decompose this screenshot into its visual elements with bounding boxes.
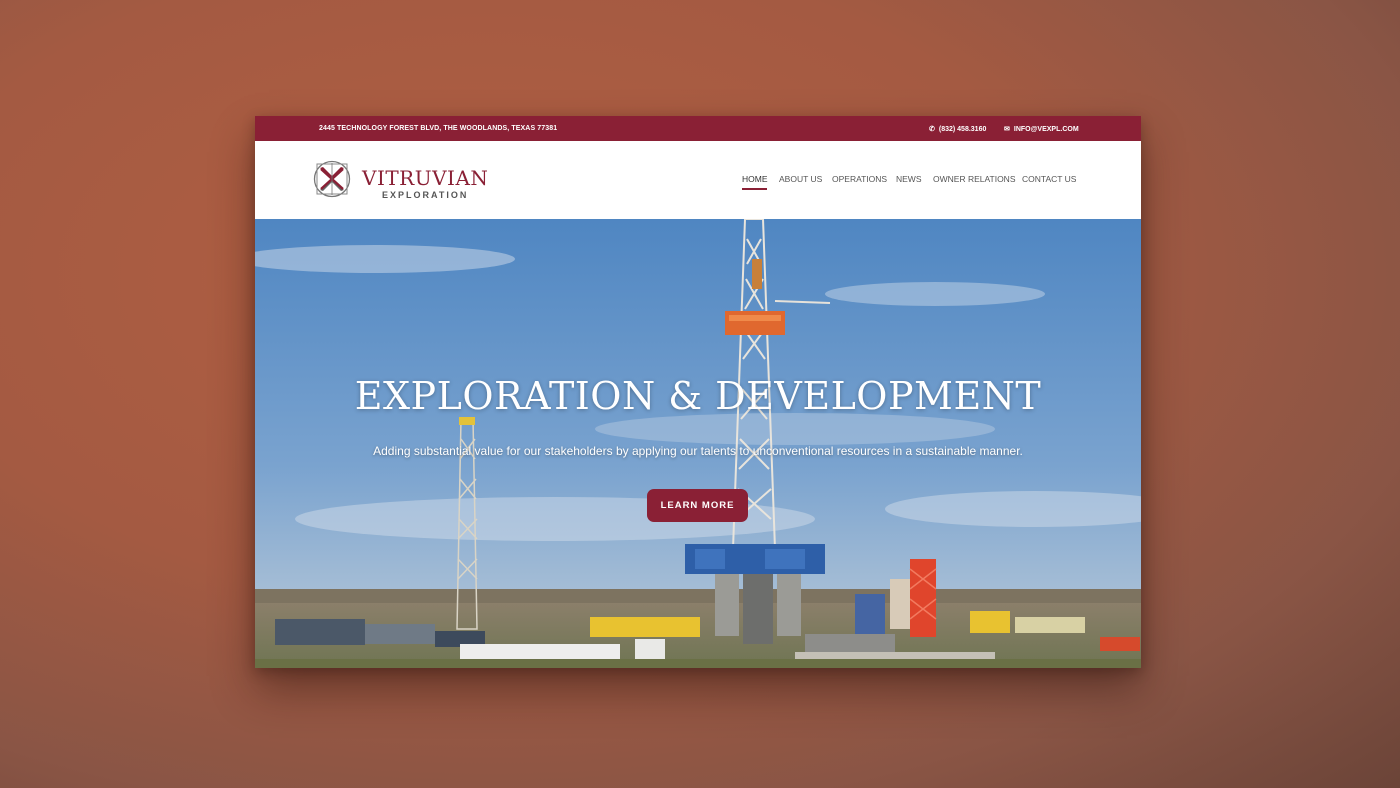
nav-active-indicator (742, 188, 767, 190)
nav-about-us[interactable]: ABOUT US (779, 174, 822, 184)
hero-title: EXPLORATION & DEVELOPMENT (354, 374, 1042, 418)
address-text: 2445 TECHNOLOGY FOREST BLVD, THE WOODLAN… (319, 125, 558, 132)
nav-operations[interactable]: OPERATIONS (832, 174, 887, 184)
nav-home[interactable]: HOME (742, 174, 768, 184)
top-bar: 2445 TECHNOLOGY FOREST BLVD, THE WOODLAN… (255, 116, 1141, 141)
nav-contact-us[interactable]: CONTACT US (1022, 174, 1076, 184)
hero-subtitle: Adding substantial value for our stakeho… (373, 444, 1023, 458)
logo-icon[interactable] (313, 160, 351, 198)
envelope-icon: ✉ (1004, 126, 1010, 133)
phone-link[interactable]: ✆ (832) 458.3160 (929, 125, 986, 133)
logo-name[interactable]: VITRUVIAN (362, 166, 488, 190)
logo-subtitle: EXPLORATION (382, 190, 469, 200)
nav-news[interactable]: NEWS (896, 174, 922, 184)
email-link[interactable]: ✉ INFO@VEXPL.COM (1004, 125, 1079, 133)
phone-icon: ✆ (929, 126, 935, 133)
email-text: INFO@VEXPL.COM (1013, 126, 1079, 133)
website-screenshot: 2445 TECHNOLOGY FOREST BLVD, THE WOODLAN… (255, 116, 1141, 668)
learn-more-button[interactable]: LEARN MORE (647, 489, 748, 522)
phone-text: (832) 458.3160 (938, 126, 987, 133)
nav-owner-relations[interactable]: OWNER RELATIONS (933, 174, 1016, 184)
hero-section: EXPLORATION & DEVELOPMENT Adding substan… (255, 219, 1141, 668)
site-header: VITRUVIAN EXPLORATION HOME ABOUT US OPER… (255, 141, 1141, 219)
